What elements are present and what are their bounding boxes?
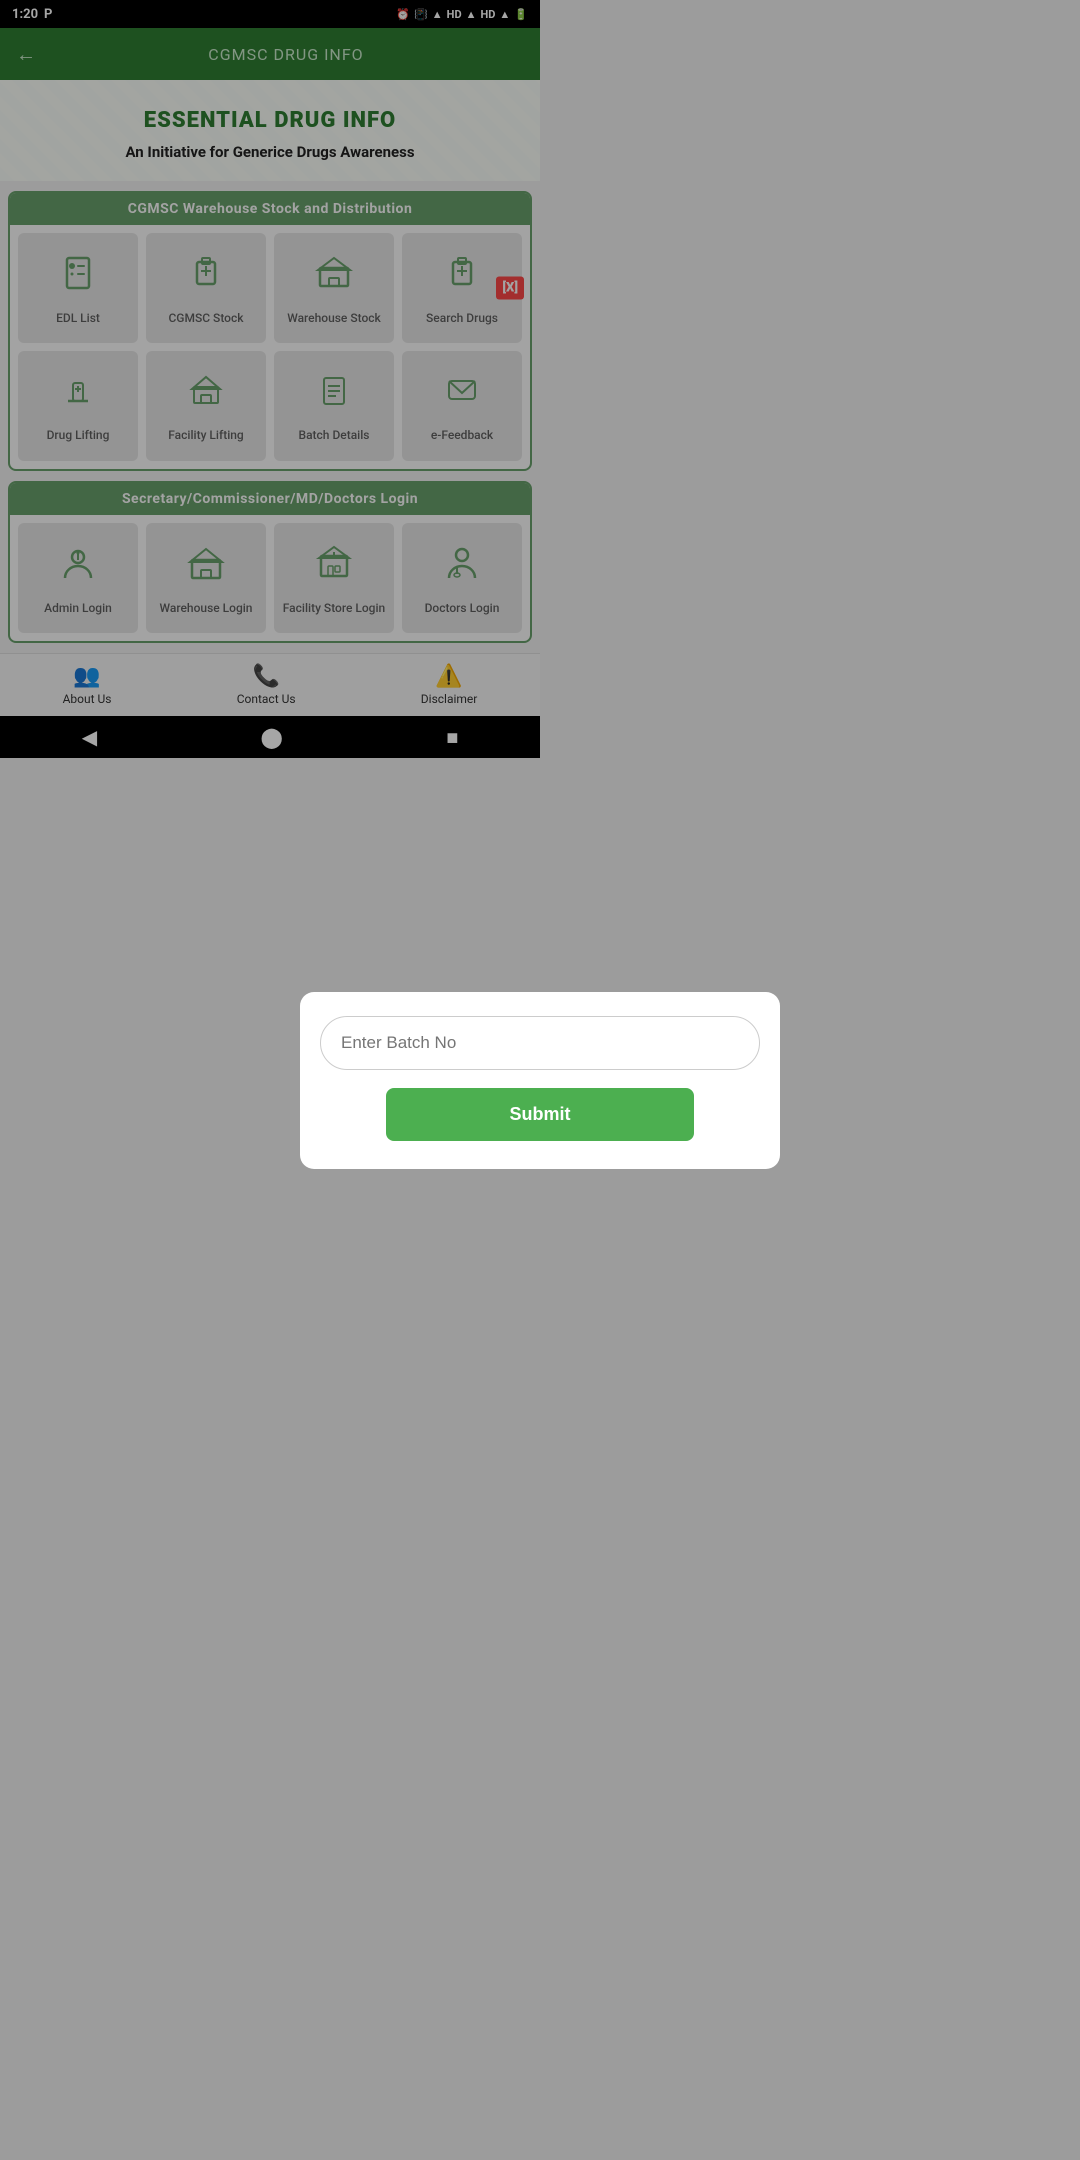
batch-no-input[interactable] [320,1016,760,1070]
modal-overlay: Submit [0,0,1080,2160]
batch-modal: Submit [300,992,780,1169]
modal-submit-button[interactable]: Submit [386,1088,694,1141]
